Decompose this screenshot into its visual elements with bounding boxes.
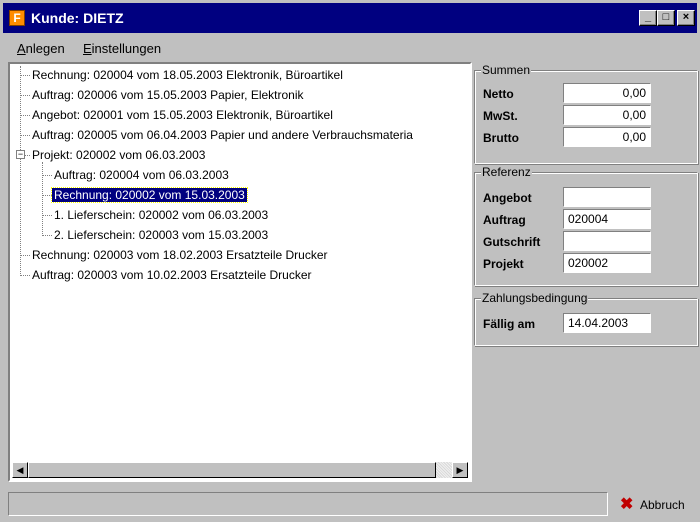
tree-connector <box>20 115 30 116</box>
tree-connector <box>42 175 52 176</box>
tree-connector <box>42 162 43 234</box>
angebot-label: Angebot <box>483 191 532 205</box>
tree-item-label: Auftrag: 020003 vom 10.02.2003 Ersatztei… <box>32 268 312 282</box>
gutschrift-label: Gutschrift <box>483 235 541 249</box>
main-window: F Kunde: DIETZ _ □ × Ainstellungennlegen… <box>0 0 700 522</box>
window-title: Kunde: DIETZ <box>31 10 124 26</box>
mwst-field[interactable]: 0,00 <box>563 105 651 125</box>
title-bar[interactable]: F Kunde: DIETZ _ □ × <box>3 3 697 33</box>
tree-item-projekt[interactable]: Projekt: 020002 vom 06.03.2003 <box>30 146 207 164</box>
scrollbar-thumb[interactable] <box>28 462 436 478</box>
tree-connector <box>42 235 52 236</box>
close-button[interactable]: × <box>677 10 695 26</box>
tree-connector <box>42 195 52 196</box>
tree-item-label: Rechnung: 020004 vom 18.05.2003 Elektron… <box>32 68 343 82</box>
tree-item-label: Auftrag: 020006 vom 15.05.2003 Papier, E… <box>32 88 304 102</box>
status-bar <box>8 492 608 516</box>
faellig-am-field[interactable]: 14.04.2003 <box>563 313 651 333</box>
tree-item-label: Projekt: 020002 vom 06.03.2003 <box>32 148 206 162</box>
abbruch-label: Abbruch <box>640 498 685 512</box>
menu-einstellungen-accel: E <box>83 41 92 56</box>
tree-item[interactable]: 2. Lieferschein: 020003 vom 15.03.2003 <box>52 226 270 244</box>
horizontal-scrollbar[interactable]: ◀ ▶ <box>12 462 468 478</box>
auftrag-field[interactable]: 020004 <box>563 209 651 229</box>
tree-item[interactable]: Angebot: 020001 vom 15.05.2003 Elektroni… <box>30 106 335 124</box>
gutschrift-field[interactable] <box>563 231 651 251</box>
tree-item-label: Auftrag: 020005 vom 06.04.2003 Papier un… <box>32 128 413 142</box>
mwst-label: MwSt. <box>483 109 518 123</box>
scroll-right-icon[interactable]: ▶ <box>452 462 468 478</box>
tree-connector <box>20 135 30 136</box>
scroll-left-icon[interactable]: ◀ <box>12 462 28 478</box>
tree-item-label: 1. Lieferschein: 020002 vom 06.03.2003 <box>54 208 269 222</box>
tree-item[interactable]: Rechnung: 020004 vom 18.05.2003 Elektron… <box>30 66 345 84</box>
tree-item-label: Rechnung: 020002 vom 15.03.2003 <box>51 187 248 203</box>
tree-item[interactable]: Auftrag: 020004 vom 06.03.2003 <box>52 166 231 184</box>
auftrag-label: Auftrag <box>483 213 526 227</box>
menu-einstellungen-label-rest: instellungen <box>91 41 162 56</box>
projekt-label: Projekt <box>483 257 524 271</box>
menu-bar: Ainstellungennlegen Einstellungen <box>3 38 697 58</box>
tree-item[interactable]: Auftrag: 020005 vom 06.04.2003 Papier un… <box>30 126 415 144</box>
collapse-toggle-icon[interactable]: − <box>16 150 25 159</box>
summen-group-title: Summen <box>481 63 532 77</box>
menu-anlegen[interactable]: Ainstellungennlegen <box>17 41 65 56</box>
tree-item-label: Rechnung: 020003 vom 18.02.2003 Ersatzte… <box>32 248 328 262</box>
tree-item-selected[interactable]: Rechnung: 020002 vom 15.03.2003 <box>51 186 248 204</box>
tree-item[interactable]: Auftrag: 020006 vom 15.05.2003 Papier, E… <box>30 86 306 104</box>
summen-group: Summen Netto 0,00 MwSt. 0,00 Brutto 0,00 <box>474 63 698 164</box>
minimize-button[interactable]: _ <box>639 10 657 26</box>
tree-item-label: Angebot: 020001 vom 15.05.2003 Elektroni… <box>32 108 333 122</box>
tree-item[interactable]: 1. Lieferschein: 020002 vom 06.03.2003 <box>52 206 270 224</box>
tree-connector <box>20 75 30 76</box>
tree-connector <box>42 215 52 216</box>
tree-connector <box>20 275 30 276</box>
zahlungsbedingung-group-title: Zahlungsbedingung <box>481 291 589 305</box>
menu-einstellungen[interactable]: Einstellungen <box>83 41 161 56</box>
tree-item-label: 2. Lieferschein: 020003 vom 15.03.2003 <box>54 228 269 242</box>
tree-connector <box>20 255 30 256</box>
tree-item[interactable]: Rechnung: 020003 vom 18.02.2003 Ersatzte… <box>30 246 330 264</box>
zahlungsbedingung-group: Zahlungsbedingung Fällig am 14.04.2003 <box>474 291 698 346</box>
angebot-field[interactable] <box>563 187 651 207</box>
cancel-x-icon: ✖ <box>620 496 634 513</box>
faellig-am-label: Fällig am <box>483 317 536 331</box>
netto-field[interactable]: 0,00 <box>563 83 651 103</box>
app-icon: F <box>9 10 25 26</box>
projekt-field[interactable]: 020002 <box>563 253 651 273</box>
document-tree[interactable]: Rechnung: 020004 vom 18.05.2003 Elektron… <box>8 62 472 482</box>
referenz-group-title: Referenz <box>481 165 532 179</box>
maximize-button[interactable]: □ <box>657 10 675 26</box>
tree-item[interactable]: Auftrag: 020003 vom 10.02.2003 Ersatztei… <box>30 266 314 284</box>
tree-connector <box>20 95 30 96</box>
menu-anlegen-label-rest: nlegen <box>25 41 65 56</box>
menu-anlegen-accel: A <box>17 41 26 56</box>
tree-connector <box>20 66 21 274</box>
referenz-group: Referenz Angebot Auftrag 020004 Gutschri… <box>474 165 698 286</box>
abbruch-button[interactable]: ✖ Abbruch <box>618 494 698 516</box>
netto-label: Netto <box>483 87 514 101</box>
brutto-field[interactable]: 0,00 <box>563 127 651 147</box>
brutto-label: Brutto <box>483 131 519 145</box>
tree-item-label: Auftrag: 020004 vom 06.03.2003 <box>54 168 229 182</box>
